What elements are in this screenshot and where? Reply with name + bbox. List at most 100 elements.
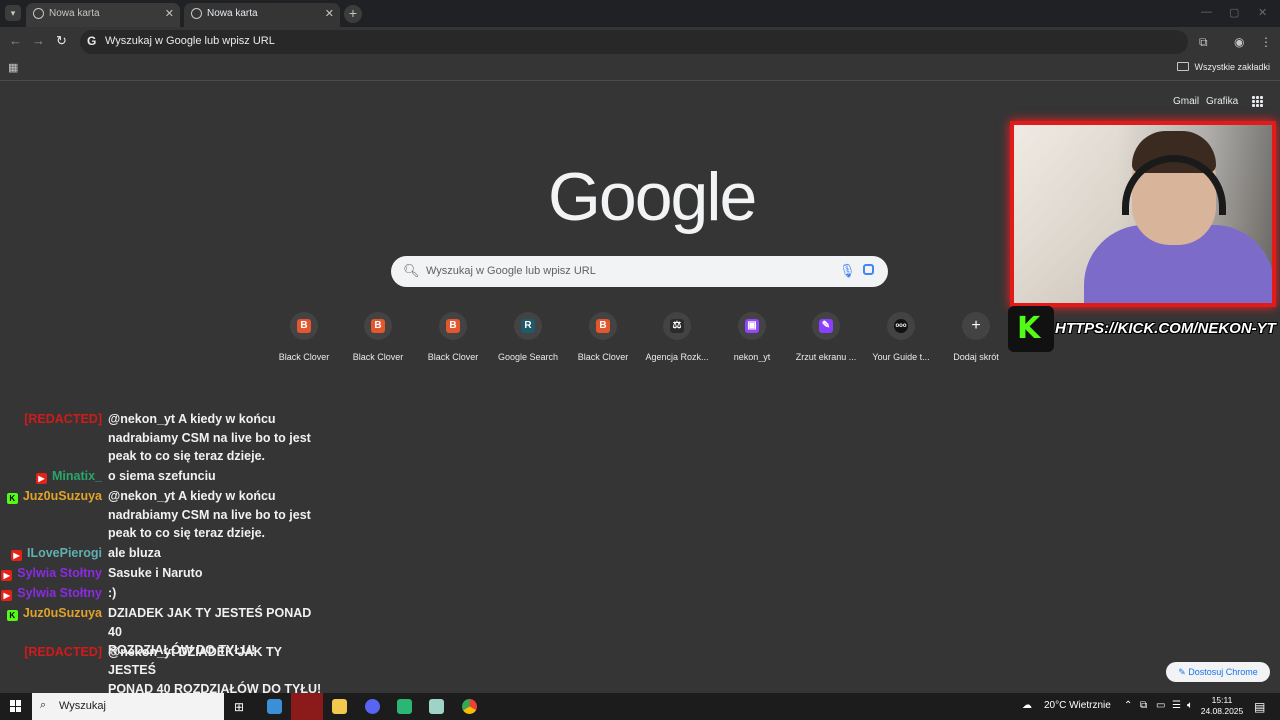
images-link[interactable]: Grafika [1206, 96, 1238, 107]
chat-text-line: nadrabiamy CSM na live bo to jest [108, 507, 311, 522]
chat-text: ale bluza [108, 544, 328, 563]
clock[interactable]: 15:11 24.08.2025 [1200, 695, 1244, 717]
shortcut-favicon-icon: ⚖ [670, 319, 684, 333]
minimize-icon[interactable]: — [1201, 6, 1212, 18]
shortcut-icon-circle: ✎ [812, 312, 840, 340]
shortcut-icon-circle: R [514, 312, 542, 340]
tab-title: Nowa karta [49, 8, 100, 19]
shortcut-icon-circle: ooo [887, 312, 915, 340]
explorer-app-icon[interactable] [267, 699, 282, 714]
shortcut-tile[interactable]: ⚖ Agencja Rozk... [640, 312, 714, 362]
shortcut-tile[interactable]: ooo Your Guide t... [864, 312, 938, 362]
taskbar-search[interactable]: ⌕ Wyszukaj [32, 693, 224, 720]
windows-start-icon[interactable] [10, 700, 22, 712]
extensions-icon[interactable]: ⧉ [1199, 35, 1208, 50]
apps-icon[interactable]: ▦ [8, 61, 18, 74]
new-tab-button[interactable]: + [344, 5, 362, 23]
gmail-link[interactable]: Gmail [1173, 96, 1199, 107]
back-icon[interactable]: ← [9, 33, 22, 48]
clock-date: 24.08.2025 [1200, 706, 1244, 716]
chrome-icon[interactable] [462, 699, 477, 714]
google-logo: Google [548, 159, 757, 235]
forward-icon[interactable]: → [32, 33, 45, 48]
chat-text: o siema szefunciu [108, 467, 328, 486]
taskbar-search-placeholder: Wyszukaj [59, 700, 106, 712]
shortcut-label: Black Clover [427, 352, 479, 362]
youtube-icon: ▶ [1, 590, 13, 601]
file-explorer-icon[interactable] [332, 699, 347, 714]
weather-text[interactable]: 20°C Wietrznie [1044, 700, 1111, 711]
maximize-icon[interactable]: ▢ [1229, 6, 1239, 19]
shortcut-tile[interactable]: B Black Clover [566, 312, 640, 362]
tab-inactive[interactable]: Nowa karta ✕ [26, 3, 180, 27]
microphone-icon[interactable]: 🎙︎ [839, 263, 856, 279]
close-icon[interactable]: ✕ [165, 3, 174, 25]
close-icon[interactable]: ✕ [325, 3, 334, 25]
window-close-icon[interactable]: ✕ [1258, 6, 1267, 19]
shortcut-tile[interactable]: + Dodaj skrót [939, 312, 1013, 362]
active-app-icon[interactable] [291, 693, 323, 720]
shortcut-tile[interactable]: ✎ Zrzut ekranu ... [789, 312, 863, 362]
kick-url: HTTPS://KICK.COM/NEKON-YT [1055, 320, 1276, 337]
shortcut-label: Zrzut ekranu ... [795, 352, 857, 362]
bookmarks-bar: ▦ Wszystkie zakładki [0, 57, 1280, 81]
shortcut-favicon-icon: + [971, 317, 981, 334]
tab-active[interactable]: Nowa karta ✕ [184, 3, 340, 27]
customize-chrome-label: Dostosuj Chrome [1188, 667, 1258, 677]
shortcut-icon-circle: ▣ [738, 312, 766, 340]
address-bar[interactable]: G Wyszukaj w Google lub wpisz URL [80, 30, 1188, 54]
volume-icon[interactable]: 🔈︎ [1187, 700, 1193, 711]
network-icon[interactable]: ☰ [1172, 700, 1181, 711]
kick-icon: K [6, 493, 18, 504]
shortcut-favicon-icon: B [371, 319, 385, 333]
kick-banner: K HTTPS://KICK.COM/NEKON-YT [1008, 306, 1280, 352]
shortcut-tile[interactable]: B Black Clover [341, 312, 415, 362]
google-apps-icon[interactable] [1252, 96, 1263, 107]
app-icon-notes[interactable] [429, 699, 444, 714]
menu-icon[interactable]: ⋮ [1260, 35, 1272, 49]
folder-icon [1177, 62, 1190, 71]
chat-text-line: :) [108, 586, 117, 600]
shortcut-icon-circle: ⚖ [663, 312, 691, 340]
kick-logo-icon: K [1008, 306, 1054, 352]
all-bookmarks-button[interactable]: Wszystkie zakładki [1177, 62, 1270, 72]
tab-strip: ▾ Nowa karta ✕ Nowa karta ✕ + — ▢ ✕ [0, 0, 1280, 27]
clock-time: 15:11 [1211, 695, 1233, 705]
tray-chevron-icon[interactable]: ⌃ [1124, 700, 1132, 711]
shortcut-tile[interactable]: B Black Clover [416, 312, 490, 362]
shortcut-icon-circle: B [439, 312, 467, 340]
chat-text-line: ale bluza [108, 546, 161, 560]
shortcut-tile[interactable]: B Black Clover [267, 312, 341, 362]
shortcut-label: Google Search [497, 352, 559, 362]
notifications-icon[interactable]: ▤ [1254, 700, 1265, 714]
chat-username: ▶ Minatix_ [35, 467, 102, 486]
task-view-icon[interactable]: ⊞ [234, 700, 244, 714]
pencil-icon: ✎ [1178, 667, 1189, 677]
profile-icon[interactable]: ◉ [1234, 35, 1244, 49]
shortcut-tile[interactable]: R Google Search [491, 312, 565, 362]
chat-text-line: Sasuke i Naruto [108, 566, 203, 580]
chat-text-line: o siema szefunciu [108, 469, 216, 483]
discord-icon[interactable] [365, 699, 380, 714]
shortcut-label: Dodaj skrót [953, 352, 999, 362]
shortcut-label: Black Clover [352, 352, 404, 362]
all-bookmarks-label: Wszystkie zakładki [1194, 62, 1270, 72]
shortcut-favicon-icon: B [297, 319, 311, 333]
customize-chrome-button[interactable]: ✎ Dostosuj Chrome [1166, 662, 1270, 682]
webcam-overlay [1010, 121, 1276, 307]
lens-icon[interactable] [863, 264, 874, 275]
search-box[interactable]: 🔍︎ Wyszukaj w Google lub wpisz URL 🎙︎ [391, 256, 888, 287]
chat-username-text: Juz0uSuzuya [22, 489, 102, 503]
shortcut-favicon-icon: B [596, 319, 610, 333]
youtube-icon: ▶ [1, 570, 13, 581]
shortcut-icon-circle: + [962, 312, 990, 340]
shortcut-tile[interactable]: ▣ nekon_yt [715, 312, 789, 362]
tab-search-button[interactable]: ▾ [5, 5, 21, 21]
chat-text: Sasuke i Naruto [108, 564, 328, 583]
tray-device-icon[interactable]: ▭ [1156, 700, 1165, 711]
tray-app-icon[interactable]: ⧉ [1140, 700, 1147, 711]
reload-icon[interactable]: ↻ [56, 33, 67, 49]
chat-text: @nekon_yt A kiedy w końcu nadrabiamy CSM … [108, 410, 328, 466]
app-icon-green[interactable] [397, 699, 412, 714]
chat-username-text: [REDACTED] [24, 412, 102, 426]
